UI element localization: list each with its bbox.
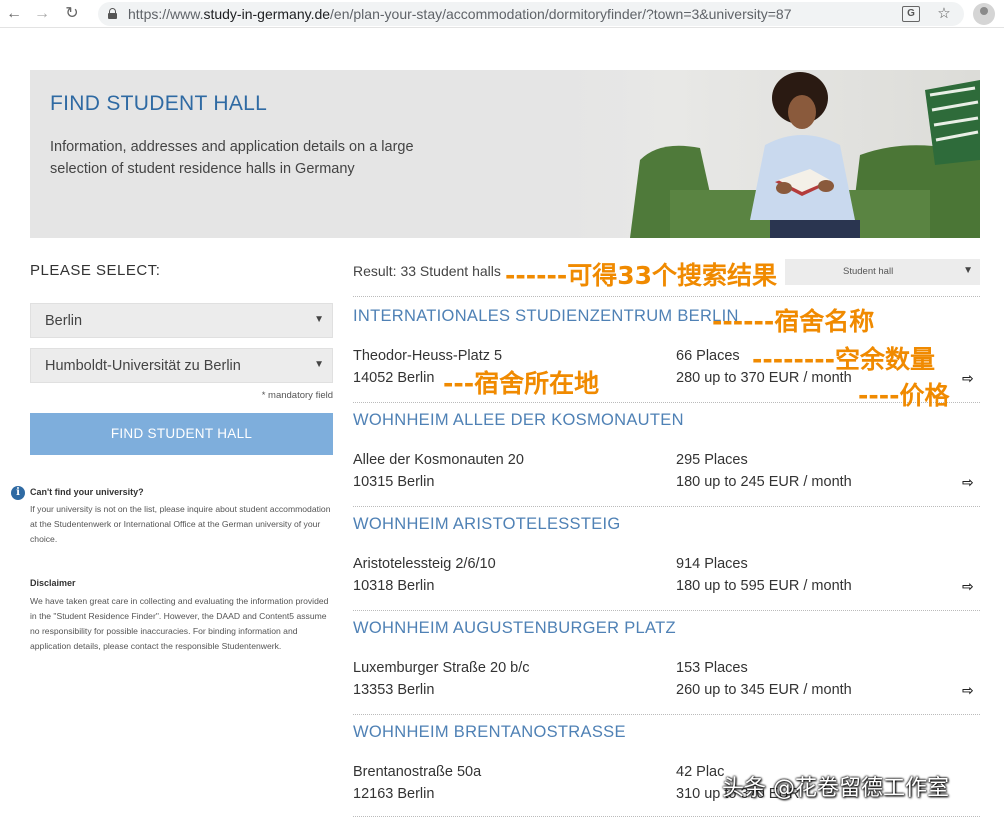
hero-photo — [570, 70, 980, 238]
divider — [353, 816, 980, 817]
hall-city: 12163 Berlin — [353, 786, 435, 802]
annotation-name: ------宿舍名称 — [712, 307, 875, 336]
sort-select-value: Student hall — [843, 266, 894, 277]
hall-places: 42 Plac — [676, 764, 725, 780]
sort-select[interactable]: Student hall ▼ — [785, 259, 980, 285]
arrow-right-icon[interactable]: ⇨ — [962, 578, 974, 595]
annotation-price: ----价格 — [858, 381, 950, 410]
mandatory-note: * mandatory field — [261, 390, 333, 401]
annotation-results: ------可得33个搜索结果 — [505, 261, 778, 290]
url-text[interactable]: https://www.study-in-germany.de/en/plan-… — [128, 6, 792, 22]
lock-icon — [108, 8, 117, 19]
arrow-right-icon[interactable]: ⇨ — [962, 370, 974, 387]
address-bar[interactable]: https://www.study-in-germany.de/en/plan-… — [98, 2, 964, 26]
divider — [353, 610, 980, 611]
divider — [353, 296, 980, 297]
disclaimer-text: We have taken great care in collecting a… — [30, 596, 329, 651]
hall-places: 295 Places — [676, 452, 748, 468]
annotation-places: --------空余数量 — [752, 345, 936, 374]
cant-find-title: Can't find your university? — [30, 487, 144, 497]
hall-name-link[interactable]: WOHNHEIM AUGUSTENBURGER PLATZ — [353, 619, 676, 638]
url-prefix: https://www. — [128, 6, 204, 22]
hall-name-link[interactable]: WOHNHEIM ALLEE DER KOSMONAUTEN — [353, 411, 684, 430]
hall-places: 66 Places — [676, 348, 740, 364]
hall-city: 10318 Berlin — [353, 578, 435, 594]
hall-city: 14052 Berlin — [353, 370, 435, 386]
find-student-hall-button[interactable]: FIND STUDENT HALL — [30, 413, 333, 455]
browser-toolbar: ← → ↻ https://www.study-in-germany.de/en… — [0, 0, 1004, 28]
university-select[interactable]: Humboldt-Universität zu Berlin ▼ — [30, 348, 333, 383]
hall-street: Theodor-Heuss-Platz 5 — [353, 348, 503, 364]
translate-icon[interactable]: G — [902, 6, 920, 22]
forward-arrow-icon[interactable]: → — [32, 4, 52, 24]
hall-places: 153 Places — [676, 660, 748, 676]
hall-price: 180 up to 595 EUR / month — [676, 578, 852, 594]
arrow-right-icon[interactable]: ⇨ — [962, 474, 974, 491]
hero-banner: FIND STUDENT HALL Information, addresses… — [30, 70, 980, 238]
back-arrow-icon[interactable]: ← — [4, 4, 24, 24]
university-select-value: Humboldt-Universität zu Berlin — [45, 358, 241, 374]
profile-avatar[interactable] — [973, 3, 995, 25]
city-select[interactable]: Berlin ▼ — [30, 303, 333, 338]
hall-city: 13353 Berlin — [353, 682, 435, 698]
divider — [353, 714, 980, 715]
disclaimer-title: Disclaimer — [30, 578, 76, 588]
info-icon: i — [11, 486, 25, 500]
chevron-down-icon: ▼ — [963, 265, 973, 276]
url-host: study-in-germany.de — [203, 6, 331, 22]
reload-icon[interactable]: ↻ — [62, 4, 82, 24]
hall-name-link[interactable]: WOHNHEIM BRENTANOSTRASSE — [353, 723, 626, 742]
hall-places: 914 Places — [676, 556, 748, 572]
url-path: /en/plan-your-stay/accommodation/dormito… — [330, 6, 792, 22]
bookmark-star-icon[interactable]: ☆ — [934, 4, 954, 24]
hall-price: 180 up to 245 EUR / month — [676, 474, 852, 490]
cant-find-text: If your university is not on the list, p… — [30, 504, 331, 544]
hall-city: 10315 Berlin — [353, 474, 435, 490]
hall-street: Luxemburger Straße 20 b/c — [353, 660, 530, 676]
divider — [353, 506, 980, 507]
result-count: Result: 33 Student halls — [353, 263, 501, 279]
watermark: 头条 @花卷留德工作室 — [722, 776, 949, 801]
hall-street: Aristotelessteig 2/6/10 — [353, 556, 496, 572]
hero-subtitle: Information, addresses and application d… — [50, 139, 414, 177]
hall-street: Brentanostraße 50a — [353, 764, 482, 780]
annotation-location: ---宿舍所在地 — [443, 369, 600, 398]
city-select-value: Berlin — [45, 313, 83, 329]
hall-name-link[interactable]: INTERNATIONALES STUDIENZENTRUM BERLIN — [353, 307, 739, 326]
hall-street: Allee der Kosmonauten 20 — [353, 452, 524, 468]
chevron-down-icon: ▼ — [314, 314, 324, 325]
arrow-right-icon[interactable]: ⇨ — [962, 682, 974, 699]
hall-price: 260 up to 345 EUR / month — [676, 682, 852, 698]
hall-name-link[interactable]: WOHNHEIM ARISTOTELESSTEIG — [353, 515, 621, 534]
please-select-heading: PLEASE SELECT: — [30, 262, 161, 279]
page-title: FIND STUDENT HALL — [50, 92, 268, 115]
chevron-down-icon: ▼ — [314, 359, 324, 370]
